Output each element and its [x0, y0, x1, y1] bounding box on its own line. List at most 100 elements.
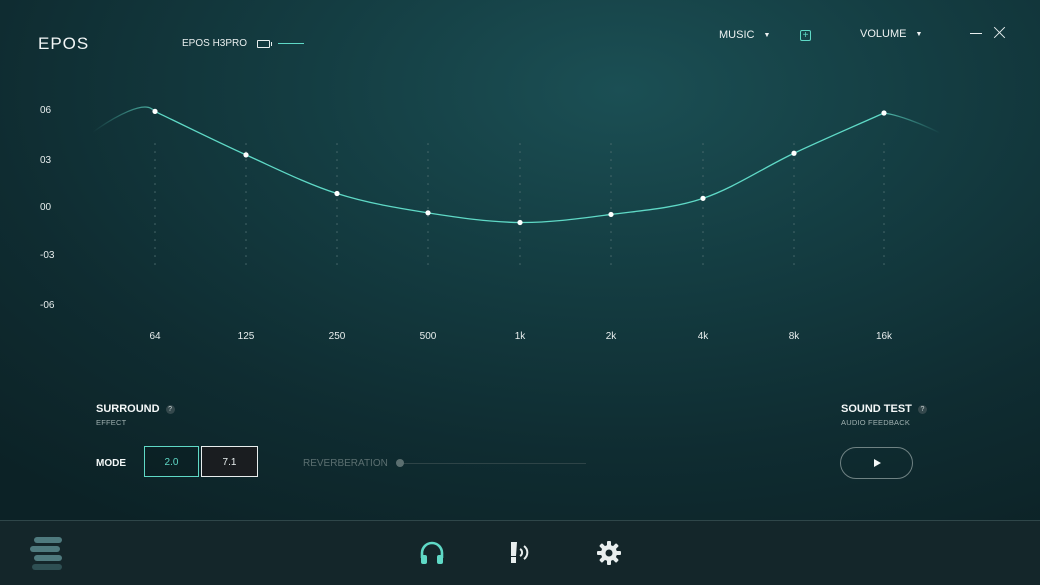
band-guide-dot — [154, 223, 156, 225]
band-guide-dot — [883, 207, 885, 209]
play-icon — [874, 459, 881, 467]
gear-icon[interactable] — [596, 540, 622, 566]
reverberation-slider-track[interactable] — [400, 463, 586, 464]
mode-2-0-button[interactable]: 2.0 — [144, 446, 199, 477]
band-guide-dot — [427, 199, 429, 201]
reverberation-slider-handle[interactable] — [396, 459, 404, 467]
band-guide-dot — [793, 167, 795, 169]
band-guide-dot — [519, 167, 521, 169]
band-guide-dot — [610, 207, 612, 209]
band-guide-dot — [154, 175, 156, 177]
band-guide-dot — [154, 191, 156, 193]
eq-band-handle-2k[interactable] — [608, 211, 614, 218]
sound-test-title: SOUND TEST ? — [841, 403, 927, 415]
band-guide-dot — [427, 231, 429, 233]
band-guide-dot — [519, 151, 521, 153]
band-guide-dot — [245, 223, 247, 225]
band-guide-dot — [793, 239, 795, 241]
equalizer-graph — [92, 106, 941, 265]
band-guide-dot — [519, 199, 521, 201]
band-guide-dot — [519, 143, 521, 145]
band-guide-dot — [610, 143, 612, 145]
band-guide-dot — [793, 175, 795, 177]
app-window: EPOS EPOS H3PRO MUSIC ▼ + VOLUME ▼ 06 03… — [0, 0, 1040, 585]
band-guide-dot — [336, 151, 338, 153]
band-guide-dot — [610, 175, 612, 177]
band-guide-dot — [336, 207, 338, 209]
band-guide-dot — [336, 239, 338, 241]
band-guide-dot — [883, 239, 885, 241]
eq-band-handle-250[interactable] — [334, 190, 340, 197]
band-guide-dot — [336, 159, 338, 161]
menu-icon[interactable] — [30, 537, 64, 571]
eq-band-handle-8k[interactable] — [791, 150, 797, 156]
band-guide-dot — [336, 255, 338, 257]
band-guide-dot — [883, 143, 885, 145]
band-guide-dot — [427, 175, 429, 177]
eq-band-handle-4k[interactable] — [700, 195, 706, 201]
frequency-label: 250 — [328, 331, 346, 342]
frequency-label: 1k — [514, 331, 526, 342]
band-guide-dot — [610, 231, 612, 233]
band-guide-dot — [793, 199, 795, 201]
band-guide-dot — [702, 167, 704, 169]
band-guide-dot — [245, 143, 247, 145]
band-guide-dot — [519, 263, 521, 265]
microphone-icon[interactable] — [507, 540, 533, 566]
eq-band-handle-64[interactable] — [152, 108, 158, 114]
band-guide-dot — [245, 167, 247, 169]
band-guide-dot — [883, 199, 885, 201]
eq-band-handle-16k[interactable] — [881, 110, 887, 116]
band-guide-dot — [793, 255, 795, 257]
band-guide-dot — [883, 263, 885, 265]
band-guide-dot — [336, 223, 338, 225]
band-guide-dot — [427, 159, 429, 161]
band-guide-dot — [245, 215, 247, 217]
band-guide-dot — [883, 223, 885, 225]
headphones-icon[interactable] — [419, 540, 445, 566]
band-guide-dot — [702, 183, 704, 185]
sound-test-subtitle: AUDIO FEEDBACK — [841, 418, 911, 427]
band-guide-dot — [427, 223, 429, 225]
band-guide-dot — [427, 183, 429, 185]
help-icon[interactable]: ? — [165, 404, 175, 414]
band-guide-dot — [793, 191, 795, 193]
band-guides — [154, 143, 885, 265]
band-guide-dot — [245, 231, 247, 233]
frequency-label: 2k — [605, 331, 617, 342]
mode-7-1-button[interactable]: 7.1 — [201, 446, 258, 477]
band-guide-dot — [610, 239, 612, 241]
band-guide-dot — [336, 263, 338, 265]
band-guide-dot — [883, 247, 885, 249]
band-guide-dot — [245, 159, 247, 161]
band-guide-dot — [610, 151, 612, 153]
eq-band-handle-1k[interactable] — [517, 219, 523, 226]
band-guide-dot — [702, 263, 704, 265]
band-guide-dot — [336, 231, 338, 233]
band-guide-dot — [154, 231, 156, 233]
frequency-label: 125 — [237, 331, 255, 342]
band-guide-dot — [245, 175, 247, 177]
eq-band-handle-500[interactable] — [425, 210, 431, 216]
band-guide-dot — [610, 199, 612, 201]
frequency-label: 8k — [788, 331, 800, 342]
play-button[interactable] — [840, 447, 913, 479]
frequency-label: 16k — [875, 331, 893, 342]
band-guide-dot — [336, 175, 338, 177]
surround-subtitle: EFFECT — [96, 418, 127, 427]
band-guide-dot — [519, 175, 521, 177]
band-guide-dot — [610, 255, 612, 257]
help-icon[interactable]: ? — [917, 404, 927, 414]
band-guide-dot — [245, 247, 247, 249]
eq-band-handle-125[interactable] — [243, 152, 249, 158]
band-guide-dot — [427, 207, 429, 209]
band-guide-dot — [610, 223, 612, 225]
band-guide-dot — [702, 239, 704, 241]
band-guide-dot — [519, 255, 521, 257]
band-guide-dot — [519, 191, 521, 193]
band-guide-dot — [883, 167, 885, 169]
band-guide-dot — [883, 175, 885, 177]
band-guide-dot — [519, 231, 521, 233]
band-guide-dot — [610, 263, 612, 265]
reverberation-label: REVERBERATION — [303, 458, 388, 469]
